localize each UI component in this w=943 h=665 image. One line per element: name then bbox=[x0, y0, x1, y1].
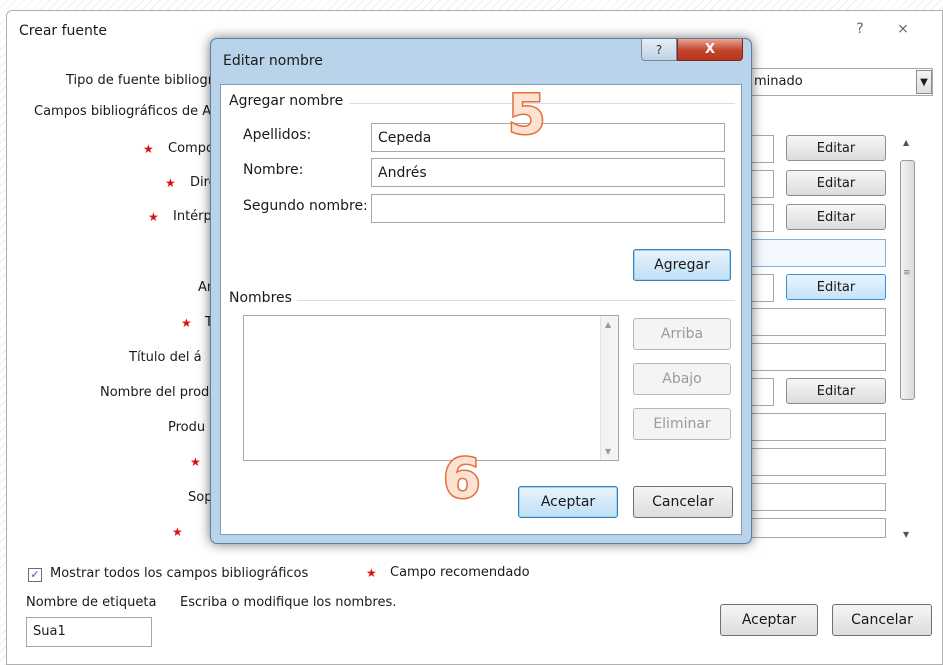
tag-name-input[interactable]: Sua1 bbox=[26, 617, 152, 647]
help-icon[interactable]: ? bbox=[641, 39, 677, 61]
show-all-checkbox[interactable]: ✓ bbox=[28, 568, 42, 582]
delete-name-button[interactable]: Eliminar bbox=[633, 408, 731, 440]
move-down-button[interactable]: Abajo bbox=[633, 363, 731, 395]
edit-name-dialog: Editar nombre ? X Agregar nombre Apellid… bbox=[210, 38, 752, 544]
step-6-annotation: 6 bbox=[442, 447, 483, 510]
edit-composer-button[interactable]: Editar bbox=[786, 135, 886, 161]
fields-scrollbar[interactable]: ▲ ≡ ▼ bbox=[898, 128, 917, 548]
step-5-annotation: 5 bbox=[507, 83, 548, 146]
field-label-product-name: Nombre del produ bbox=[100, 385, 218, 400]
edit-director-button[interactable]: Editar bbox=[786, 170, 886, 196]
fields-header: Campos bibliográficos de AF bbox=[34, 104, 219, 119]
move-up-button[interactable]: Arriba bbox=[633, 318, 731, 350]
edit-product-button[interactable]: Editar bbox=[786, 378, 886, 404]
edit-name-cancel-button[interactable]: Cancelar bbox=[633, 486, 733, 518]
group-divider bbox=[297, 300, 735, 301]
first-name-input[interactable]: Andrés bbox=[371, 158, 725, 187]
required-star-icon: ★ bbox=[148, 210, 159, 224]
focused-field[interactable] bbox=[748, 239, 886, 267]
field-label-album-title: Título del á bbox=[129, 350, 202, 365]
required-star-icon: ★ bbox=[181, 316, 192, 330]
chevron-down-icon[interactable]: ▼ bbox=[916, 70, 932, 94]
middle-name-input[interactable] bbox=[371, 194, 725, 223]
help-icon[interactable]: ? bbox=[844, 11, 876, 47]
recommended-field-legend: Campo recomendado bbox=[390, 565, 530, 580]
ok-button[interactable]: Aceptar bbox=[720, 604, 818, 636]
scroll-up-icon[interactable]: ▲ bbox=[605, 320, 611, 329]
close-icon[interactable]: ⨯ bbox=[887, 11, 919, 47]
edit-performer-button[interactable]: Editar bbox=[786, 204, 886, 230]
source-type-value: minado bbox=[754, 74, 803, 89]
field-label-compositor: Compo bbox=[168, 141, 214, 156]
city-field[interactable] bbox=[748, 518, 886, 538]
surname-label: Apellidos: bbox=[243, 127, 312, 143]
scroll-down-icon[interactable]: ▼ bbox=[903, 530, 909, 539]
add-name-button[interactable]: Agregar bbox=[633, 249, 731, 281]
required-star-icon: ★ bbox=[190, 455, 201, 469]
grip-icon: ≡ bbox=[903, 268, 911, 278]
names-group-label: Nombres bbox=[229, 290, 292, 306]
first-name-label: Nombre: bbox=[243, 162, 304, 178]
surname-input[interactable]: Cepeda bbox=[371, 123, 725, 152]
required-star-icon: ★ bbox=[143, 142, 154, 156]
source-type-label: Tipo de fuente bibliogr bbox=[66, 73, 214, 88]
names-list[interactable]: ▲ ▼ bbox=[243, 315, 619, 461]
source-type-select[interactable]: minado bbox=[745, 68, 933, 96]
tag-name-label: Nombre de etiqueta bbox=[26, 595, 157, 610]
show-all-label: Mostrar todos los campos bibliográficos bbox=[50, 566, 309, 581]
field-label-producer: Produ bbox=[168, 420, 206, 435]
edit-artist-button[interactable]: Editar bbox=[786, 274, 886, 300]
required-star-icon: ★ bbox=[172, 525, 183, 539]
dialog-title: Crear fuente bbox=[19, 23, 108, 39]
close-icon[interactable]: X bbox=[677, 39, 743, 61]
hint-text: Escriba o modifique los nombres. bbox=[180, 595, 397, 610]
add-name-group-label: Agregar nombre bbox=[229, 93, 344, 109]
required-star-icon: ★ bbox=[366, 566, 377, 580]
field-label-support: Sop bbox=[188, 490, 213, 505]
cancel-button[interactable]: Cancelar bbox=[832, 604, 932, 636]
title-field[interactable] bbox=[748, 308, 886, 336]
scrollbar-thumb[interactable] bbox=[900, 160, 915, 400]
album-title-field[interactable] bbox=[748, 343, 886, 371]
scroll-down-icon[interactable]: ▼ bbox=[605, 447, 611, 456]
field-label-interprete: Intérp bbox=[173, 209, 212, 224]
support-field[interactable] bbox=[748, 483, 886, 511]
year-field[interactable] bbox=[748, 448, 886, 476]
edit-name-ok-button[interactable]: Aceptar bbox=[518, 486, 618, 518]
edit-name-title: Editar nombre bbox=[223, 53, 323, 69]
required-star-icon: ★ bbox=[165, 176, 176, 190]
producer-field[interactable] bbox=[748, 413, 886, 441]
scroll-up-icon[interactable]: ▲ bbox=[903, 138, 909, 147]
names-list-scrollbar[interactable]: ▲ ▼ bbox=[600, 316, 618, 460]
middle-name-label: Segundo nombre: bbox=[243, 198, 368, 214]
edit-name-body: Agregar nombre Apellidos: Cepeda Nombre:… bbox=[220, 84, 742, 535]
